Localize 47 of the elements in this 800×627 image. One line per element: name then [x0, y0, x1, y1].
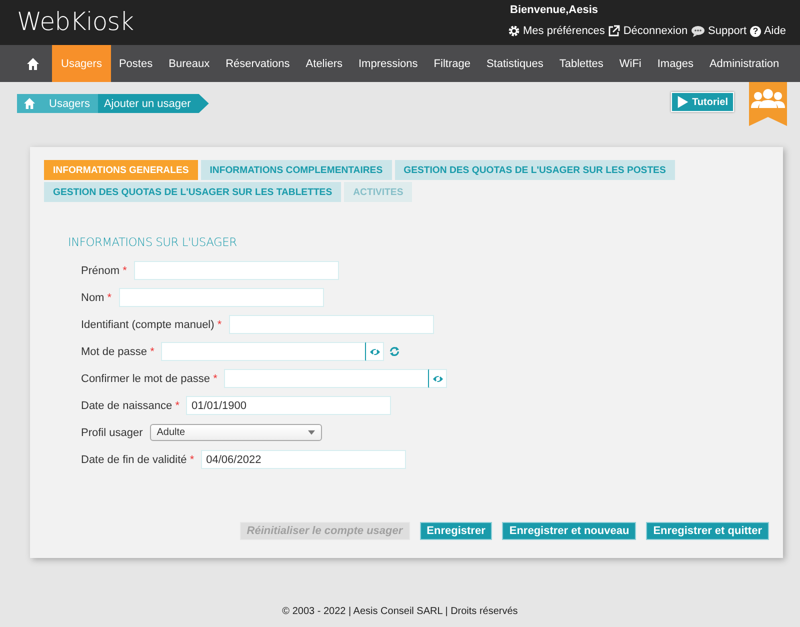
field-label: Confirmer le mot de passe *	[81, 372, 218, 384]
profile-dropdown[interactable]: Adulte	[150, 424, 322, 441]
users-ribbon-icon	[749, 82, 787, 126]
nav-item[interactable]: Statistiques	[478, 45, 552, 82]
nav-item[interactable]: Images	[649, 45, 702, 82]
show-password-button[interactable]	[429, 369, 448, 388]
nav-item[interactable]: Administration	[701, 45, 788, 82]
external-link-icon	[608, 25, 620, 37]
logo[interactable]: WebKiosk	[0, 0, 134, 45]
play-icon	[677, 95, 690, 109]
text-field[interactable]	[228, 315, 434, 334]
password-field[interactable]	[161, 342, 366, 361]
text-field[interactable]	[118, 288, 324, 307]
field-label: Prénom *	[81, 264, 127, 276]
help-icon: ?	[750, 26, 761, 36]
chat-icon	[691, 25, 705, 37]
dropdown-caret-icon	[308, 430, 315, 435]
nav-item[interactable]: Ateliers	[298, 45, 350, 82]
text-field[interactable]: 04/06/2022	[201, 450, 406, 469]
refresh-icon[interactable]	[389, 346, 400, 357]
field-label: Date de naissance *	[81, 400, 180, 412]
nav-item[interactable]: Postes	[110, 45, 161, 82]
text-field[interactable]	[134, 261, 339, 280]
footer-text: © 2003 - 2022 | Aesis Conseil SARL | Droits réservés	[281, 606, 519, 617]
nav-item[interactable]: WiFi	[611, 45, 650, 82]
nav-item[interactable]: Tablettes	[551, 45, 612, 82]
field-label: Date de fin de validité *	[81, 454, 194, 466]
header-link[interactable]: Mes préférences	[508, 25, 605, 37]
breadcrumb-current: Ajouter un usager	[98, 94, 209, 113]
header-link[interactable]: Support	[691, 25, 747, 37]
header-link[interactable]: ? Aide	[750, 25, 786, 37]
home-icon[interactable]	[27, 58, 39, 70]
field-label: Profil usager	[81, 426, 143, 438]
field-label: Nom *	[81, 292, 112, 304]
section-title: INFORMATIONS SUR L'USAGER	[68, 235, 238, 249]
nav-item[interactable]: Bureaux	[160, 45, 218, 82]
text-field[interactable]: 01/01/1900	[186, 396, 392, 415]
field-label: Mot de passe *	[81, 346, 154, 358]
show-password-button[interactable]	[366, 342, 384, 361]
field-label: Identifiant (compte manuel) *	[81, 318, 222, 330]
nav-item[interactable]: Filtrage	[426, 45, 478, 82]
welcome-text: Bienvenue,Aesis	[510, 4, 600, 16]
nav-item[interactable]: Réservations	[218, 45, 298, 82]
header-link[interactable]: Déconnexion	[608, 25, 688, 37]
gear-icon	[508, 25, 520, 37]
nav-item[interactable]: Impressions	[350, 45, 426, 82]
password-field[interactable]	[224, 369, 430, 388]
